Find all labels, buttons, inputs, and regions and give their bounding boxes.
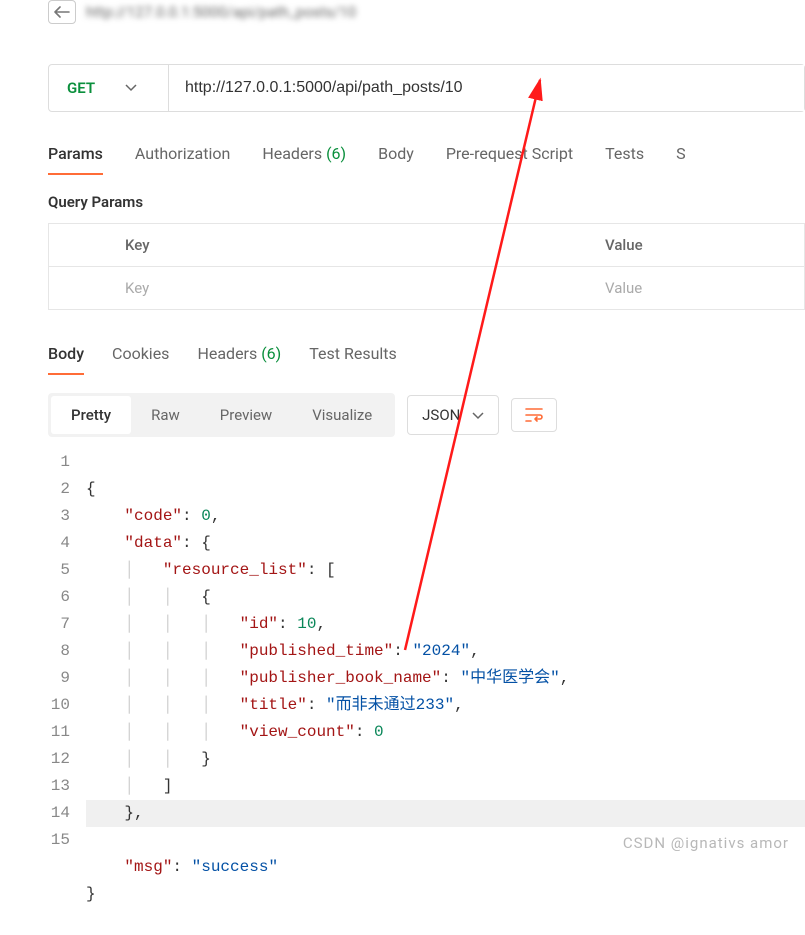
view-mode-tabs: Pretty Raw Preview Visualize	[48, 393, 395, 437]
tab-authorization[interactable]: Authorization	[135, 144, 230, 175]
history-bar: http://127.0.0.1:5000/api/path_posts/10	[48, 0, 805, 34]
key-placeholder[interactable]: Key	[109, 267, 589, 309]
back-arrow-icon	[54, 6, 70, 18]
chevron-down-icon	[125, 81, 137, 95]
resp-tab-headers[interactable]: Headers (6)	[197, 344, 281, 375]
params-input-row[interactable]: Key Value	[49, 267, 804, 309]
response-body: 1 2 3 4 5 6 7 8 9 10 11 12 13 14 15 { "c…	[48, 449, 805, 935]
key-header: Key	[109, 224, 589, 266]
format-select[interactable]: JSON	[407, 395, 499, 435]
query-params-table: Key Value Key Value	[48, 223, 805, 310]
resp-tab-testresults[interactable]: Test Results	[309, 344, 397, 375]
url-input[interactable]	[169, 65, 804, 111]
format-label: JSON	[422, 406, 460, 424]
code-lines[interactable]: { "code": 0, "data": { │ "resource_list"…	[86, 449, 805, 935]
wrap-icon	[524, 407, 544, 423]
headers-count: (6)	[326, 144, 346, 163]
params-header-row: Key Value	[49, 224, 804, 267]
line-gutter: 1 2 3 4 5 6 7 8 9 10 11 12 13 14 15	[48, 449, 86, 935]
tab-headers[interactable]: Headers (6)	[262, 144, 346, 175]
view-preview[interactable]: Preview	[200, 396, 292, 434]
resp-headers-label: Headers	[197, 344, 257, 363]
view-visualize[interactable]: Visualize	[292, 396, 392, 434]
value-placeholder[interactable]: Value	[589, 267, 804, 309]
tab-params[interactable]: Params	[48, 144, 103, 175]
value-header: Value	[589, 224, 804, 266]
view-controls: Pretty Raw Preview Visualize JSON	[48, 393, 805, 437]
query-params-title: Query Params	[48, 193, 805, 211]
watermark: CSDN @ignativs amor	[623, 834, 789, 852]
tab-headers-label: Headers	[262, 144, 322, 163]
request-bar: GET	[48, 64, 805, 112]
view-raw[interactable]: Raw	[131, 396, 200, 434]
resp-tab-cookies[interactable]: Cookies	[112, 344, 169, 375]
tab-settings[interactable]: S	[676, 144, 686, 175]
resp-tab-body[interactable]: Body	[48, 344, 84, 375]
view-pretty[interactable]: Pretty	[51, 396, 131, 434]
response-tabs: Body Cookies Headers (6) Test Results	[48, 344, 805, 375]
resp-headers-count: (6)	[261, 344, 281, 363]
wrap-toggle-button[interactable]	[511, 398, 557, 432]
tab-tests[interactable]: Tests	[605, 144, 644, 175]
tab-prerequest[interactable]: Pre-request Script	[446, 144, 573, 175]
method-label: GET	[67, 79, 95, 97]
chevron-down-icon	[472, 406, 484, 424]
method-select[interactable]: GET	[49, 65, 169, 111]
tab-body[interactable]: Body	[378, 144, 414, 175]
history-url: http://127.0.0.1:5000/api/path_posts/10	[86, 3, 356, 21]
back-button[interactable]	[48, 0, 76, 24]
request-tabs: Params Authorization Headers (6) Body Pr…	[48, 144, 805, 175]
